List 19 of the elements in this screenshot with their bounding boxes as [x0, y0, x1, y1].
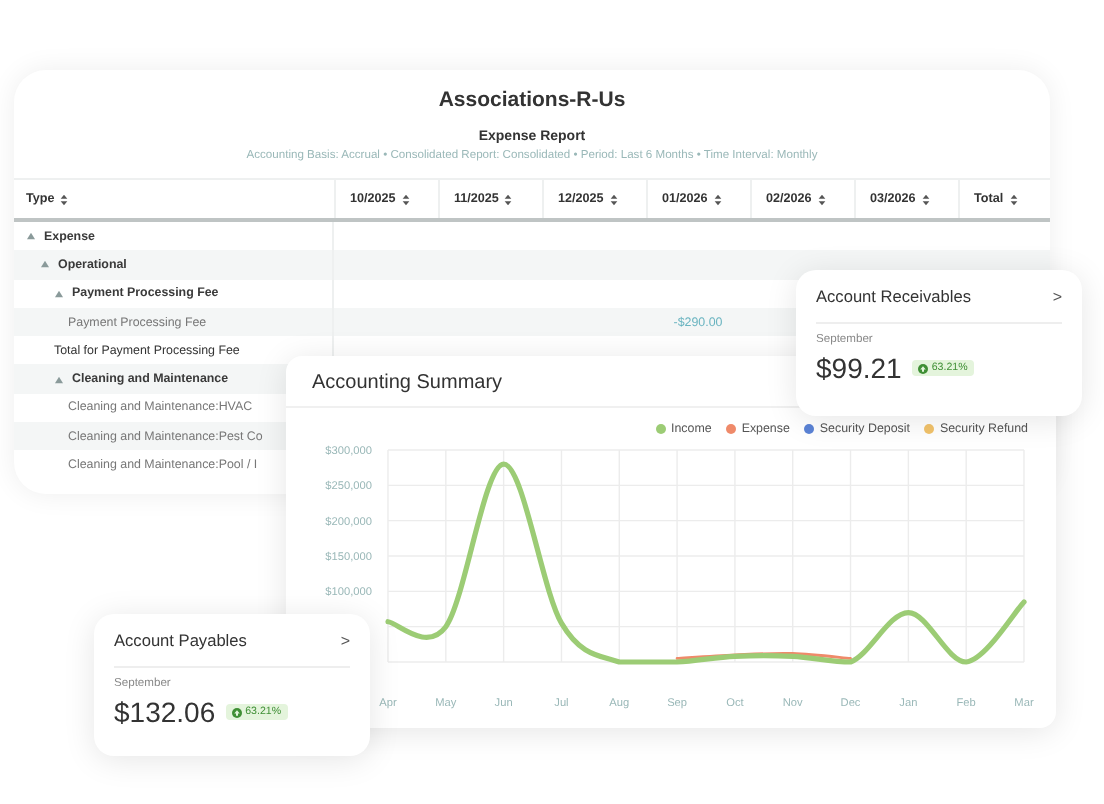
sort-icon	[609, 193, 618, 205]
amount-value: $99.21	[816, 352, 902, 384]
sort-icon	[401, 193, 410, 205]
caret-up-icon[interactable]	[40, 260, 50, 269]
report-title: Associations-R-Us	[436, 88, 628, 112]
card-title: Account Receivables	[816, 286, 971, 306]
amount-value: $132.06	[114, 696, 216, 728]
sort-icon	[921, 193, 930, 205]
chevron-button[interactable]: >	[340, 631, 350, 649]
card-title: Account Payables	[114, 630, 247, 650]
sort-icon	[1009, 193, 1018, 205]
caret-up-icon[interactable]	[54, 289, 64, 298]
sort-icon	[60, 193, 69, 205]
sort-icon	[817, 193, 826, 205]
caret-up-icon[interactable]	[54, 375, 64, 384]
sort-icon	[713, 193, 722, 205]
caret-up-icon[interactable]	[26, 232, 36, 241]
sort-icon	[504, 193, 513, 205]
chevron-button[interactable]: >	[1052, 287, 1062, 305]
